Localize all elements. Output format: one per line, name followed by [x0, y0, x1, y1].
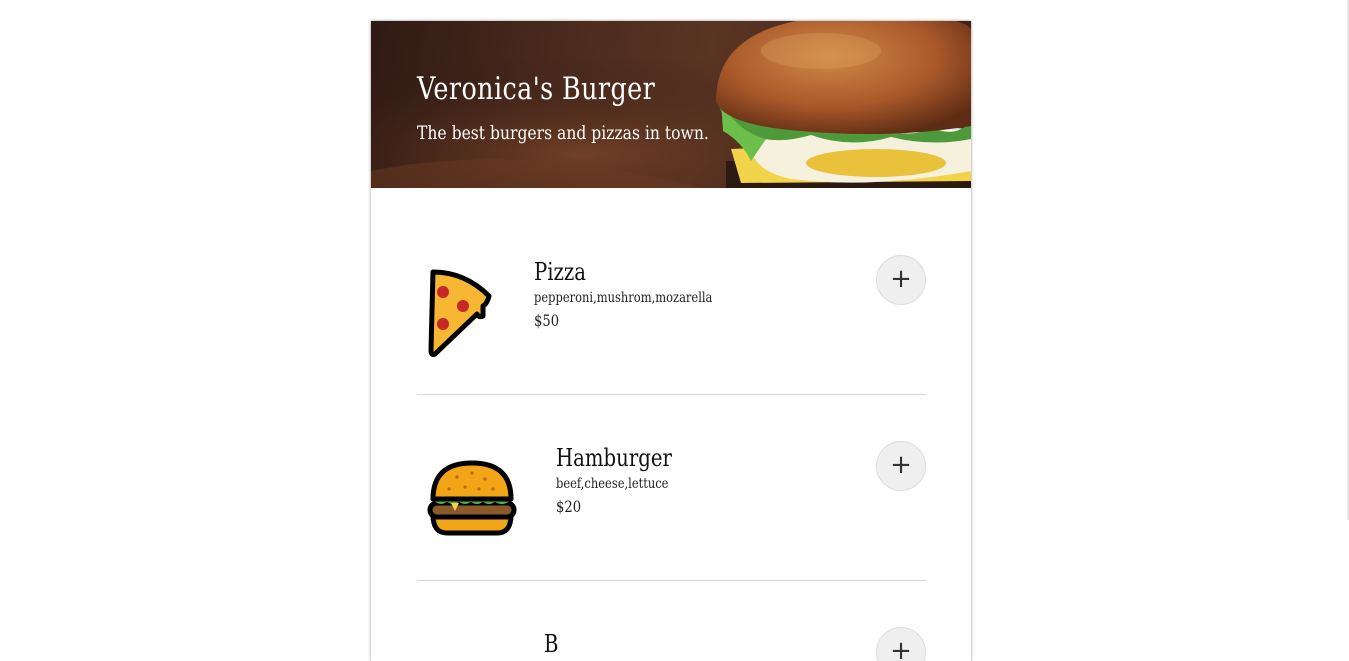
plus-icon: + — [890, 636, 912, 661]
item-name: Hamburger — [556, 444, 672, 472]
item-price: $20 — [556, 497, 582, 516]
menu-card: Veronica's Burger The best burgers and p… — [371, 21, 971, 661]
item-divider — [417, 394, 926, 395]
item-name: Pizza — [534, 258, 587, 286]
item-ingredients: beef,cheese,lettuce — [556, 476, 669, 492]
plus-icon: + — [890, 264, 912, 294]
restaurant-title: Veronica's Burger — [417, 71, 656, 107]
add-to-cart-button[interactable]: + — [876, 441, 926, 491]
pizza-slice-icon — [428, 269, 492, 357]
add-to-cart-button[interactable]: + — [876, 627, 926, 661]
hero-banner: Veronica's Burger The best burgers and p… — [371, 21, 971, 188]
item-name: B — [544, 630, 559, 658]
item-divider — [417, 580, 926, 581]
hamburger-icon — [427, 460, 517, 536]
restaurant-tagline: The best burgers and pizzas in town. — [417, 122, 709, 144]
item-ingredients: pepperoni,mushrom,mozarella — [534, 290, 713, 306]
plus-icon: + — [890, 450, 912, 480]
item-price: $50 — [534, 311, 560, 330]
add-to-cart-button[interactable]: + — [876, 255, 926, 305]
